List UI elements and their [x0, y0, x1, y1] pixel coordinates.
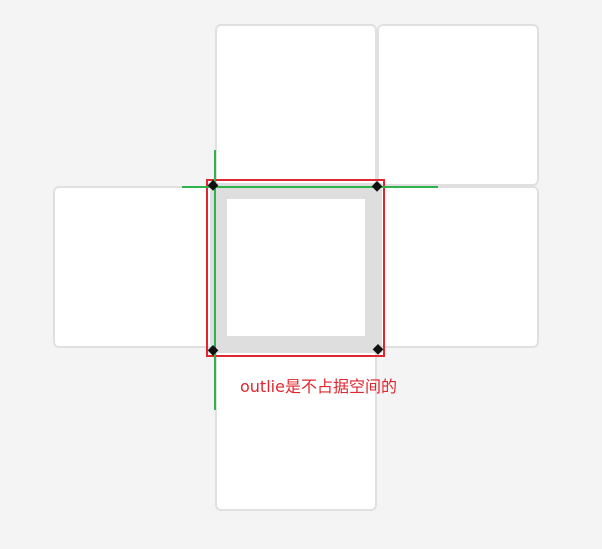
horizontal-guide-line [182, 186, 438, 188]
annotation-text: outlie是不占据空间的 [240, 377, 397, 396]
tile-middle-left [53, 186, 215, 348]
resize-handle-icon[interactable]: ◆ [370, 179, 384, 193]
tile-top-center [215, 24, 377, 188]
tile-middle-right [377, 186, 539, 348]
resize-handle-icon[interactable]: ◆ [206, 178, 220, 192]
resize-handle-icon[interactable]: ◆ [371, 342, 385, 356]
tile-top-right [377, 24, 539, 186]
resize-handle-icon[interactable]: ◆ [206, 343, 220, 357]
outline-rectangle [206, 179, 385, 357]
